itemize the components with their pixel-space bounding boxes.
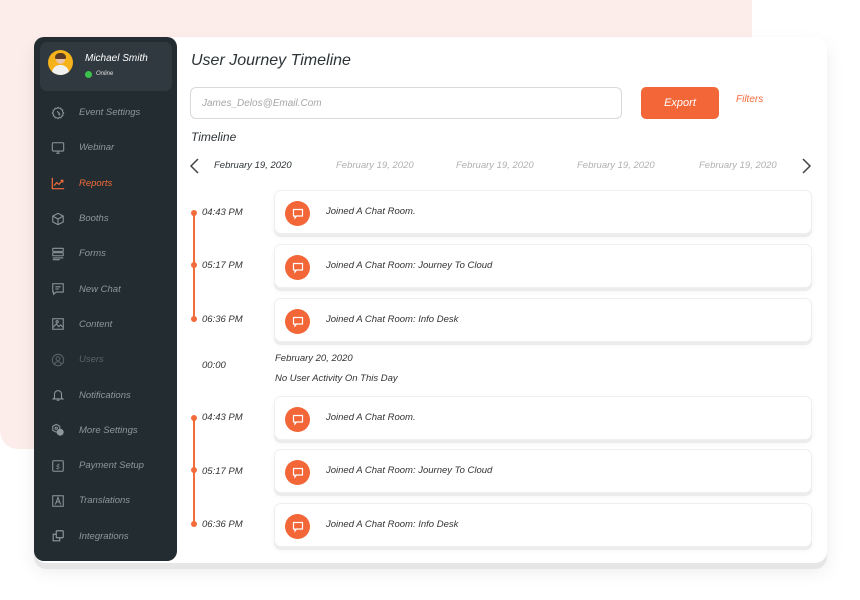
date-tab[interactable]: February 19, 2020 <box>577 160 655 171</box>
event-text: Joined A Chat Room. <box>326 412 416 423</box>
event-time: 05:17 PM <box>202 466 243 477</box>
sidebar-item-booths[interactable]: Booths <box>34 201 177 236</box>
sidebar-item-label: More Settings <box>79 424 138 436</box>
event-time: 04:43 PM <box>202 412 243 423</box>
sidebar-item-label: Users <box>79 354 104 366</box>
event-time: 06:36 PM <box>202 519 243 530</box>
timeline-dot <box>190 415 197 421</box>
filters-link[interactable]: Filters <box>736 94 763 105</box>
sidebar: Michael Smith Online Event Settings Webi… <box>34 37 177 561</box>
timeline-dot <box>190 467 197 473</box>
monitor-icon <box>51 141 65 155</box>
dollar-icon: $ <box>51 459 65 473</box>
date-navigator: February 19, 2020 February 19, 2020 Febr… <box>185 155 817 177</box>
chat-bubble-icon <box>285 201 310 226</box>
chart-icon <box>51 176 65 190</box>
sidebar-item-new-chat[interactable]: New Chat <box>34 271 177 306</box>
sidebar-nav: Event Settings Webinar Reports Booths Fo… <box>34 95 177 554</box>
sidebar-item-webinar[interactable]: Webinar <box>34 130 177 165</box>
bell-icon <box>51 388 65 402</box>
event-card[interactable]: Joined A Chat Room: Journey To Cloud <box>274 244 812 288</box>
sidebar-item-forms[interactable]: Forms <box>34 236 177 271</box>
sidebar-item-label: Event Settings <box>79 107 141 119</box>
empty-day-time: 00:00 <box>202 360 226 371</box>
event-card[interactable]: Joined A Chat Room. <box>274 396 812 440</box>
sidebar-item-translations[interactable]: Translations <box>34 483 177 518</box>
sidebar-item-label: Booths <box>79 213 109 225</box>
chevron-left-icon[interactable] <box>188 157 202 175</box>
sidebar-item-event-settings[interactable]: Event Settings <box>34 95 177 130</box>
sidebar-item-label: Translations <box>79 495 131 507</box>
sidebar-item-more-settings[interactable]: More Settings <box>34 413 177 448</box>
event-text: Joined A Chat Room: Info Desk <box>326 314 459 325</box>
export-button[interactable]: Export <box>641 87 719 119</box>
integrations-icon <box>51 529 65 543</box>
sidebar-item-integrations[interactable]: Integrations <box>34 519 177 554</box>
event-text: Joined A Chat Room: Info Desk <box>326 519 459 530</box>
settings-cog-icon <box>51 423 65 437</box>
timeline-dot <box>190 316 197 322</box>
event-card[interactable]: Joined A Chat Room: Info Desk <box>274 503 812 547</box>
sidebar-item-label: Webinar <box>79 142 115 154</box>
chevron-right-icon[interactable] <box>799 157 813 175</box>
event-text: Joined A Chat Room: Journey To Cloud <box>326 465 493 476</box>
sidebar-item-users[interactable]: Users <box>34 342 177 377</box>
sidebar-item-payment-setup[interactable]: $ Payment Setup <box>34 448 177 483</box>
svg-text:$: $ <box>56 462 60 470</box>
date-tab[interactable]: February 19, 2020 <box>699 160 777 171</box>
sidebar-item-label: New Chat <box>79 283 121 295</box>
timeline-section-label: Timeline <box>191 130 237 144</box>
sidebar-item-label: Payment Setup <box>79 460 144 472</box>
sidebar-item-reports[interactable]: Reports <box>34 166 177 201</box>
sidebar-item-label: Reports <box>79 177 113 189</box>
user-name: Michael Smith <box>85 53 148 64</box>
event-card[interactable]: Joined A Chat Room. <box>274 190 812 234</box>
timeline-dot <box>190 521 197 527</box>
sidebar-item-notifications[interactable]: Notifications <box>34 377 177 412</box>
timeline-dot <box>190 262 197 268</box>
forms-icon <box>51 247 65 261</box>
image-icon <box>51 317 65 331</box>
event-time: 04:43 PM <box>202 207 243 218</box>
event-text: Joined A Chat Room. <box>326 206 416 217</box>
chat-bubble-icon <box>285 255 310 280</box>
event-text: Joined A Chat Room: Journey To Cloud <box>326 260 493 271</box>
page-title: User Journey Timeline <box>191 52 351 69</box>
sidebar-item-label: Integrations <box>79 530 129 542</box>
sidebar-item-label: Content <box>79 318 113 330</box>
chat-bubble-icon <box>285 460 310 485</box>
timeline-dot <box>190 210 197 216</box>
user-profile[interactable]: Michael Smith Online <box>40 42 172 91</box>
chat-icon <box>51 282 65 296</box>
sidebar-item-content[interactable]: Content <box>34 307 177 342</box>
chat-bubble-icon <box>285 407 310 432</box>
event-time: 06:36 PM <box>202 314 243 325</box>
event-card[interactable]: Joined A Chat Room: Journey To Cloud <box>274 449 812 493</box>
event-card[interactable]: Joined A Chat Room: Info Desk <box>274 298 812 342</box>
gear-icon <box>51 106 65 120</box>
empty-day-message: No User Activity On This Day <box>275 373 398 384</box>
online-status-icon <box>85 71 92 78</box>
user-status: Online <box>96 71 114 77</box>
event-time: 05:17 PM <box>202 260 243 271</box>
sidebar-item-label: Notifications <box>79 389 131 401</box>
search-input[interactable] <box>191 88 621 118</box>
user-icon <box>51 353 65 367</box>
avatar <box>48 50 73 75</box>
date-tab[interactable]: February 19, 2020 <box>214 160 292 171</box>
cube-icon <box>51 212 65 226</box>
sidebar-item-label: Forms <box>79 248 106 260</box>
date-tab[interactable]: February 19, 2020 <box>336 160 414 171</box>
search-field[interactable] <box>190 87 622 119</box>
date-tab[interactable]: February 19, 2020 <box>456 160 534 171</box>
empty-day-date: February 20, 2020 <box>275 353 353 364</box>
chat-bubble-icon <box>285 514 310 539</box>
chat-bubble-icon <box>285 309 310 334</box>
translate-icon <box>51 494 65 508</box>
